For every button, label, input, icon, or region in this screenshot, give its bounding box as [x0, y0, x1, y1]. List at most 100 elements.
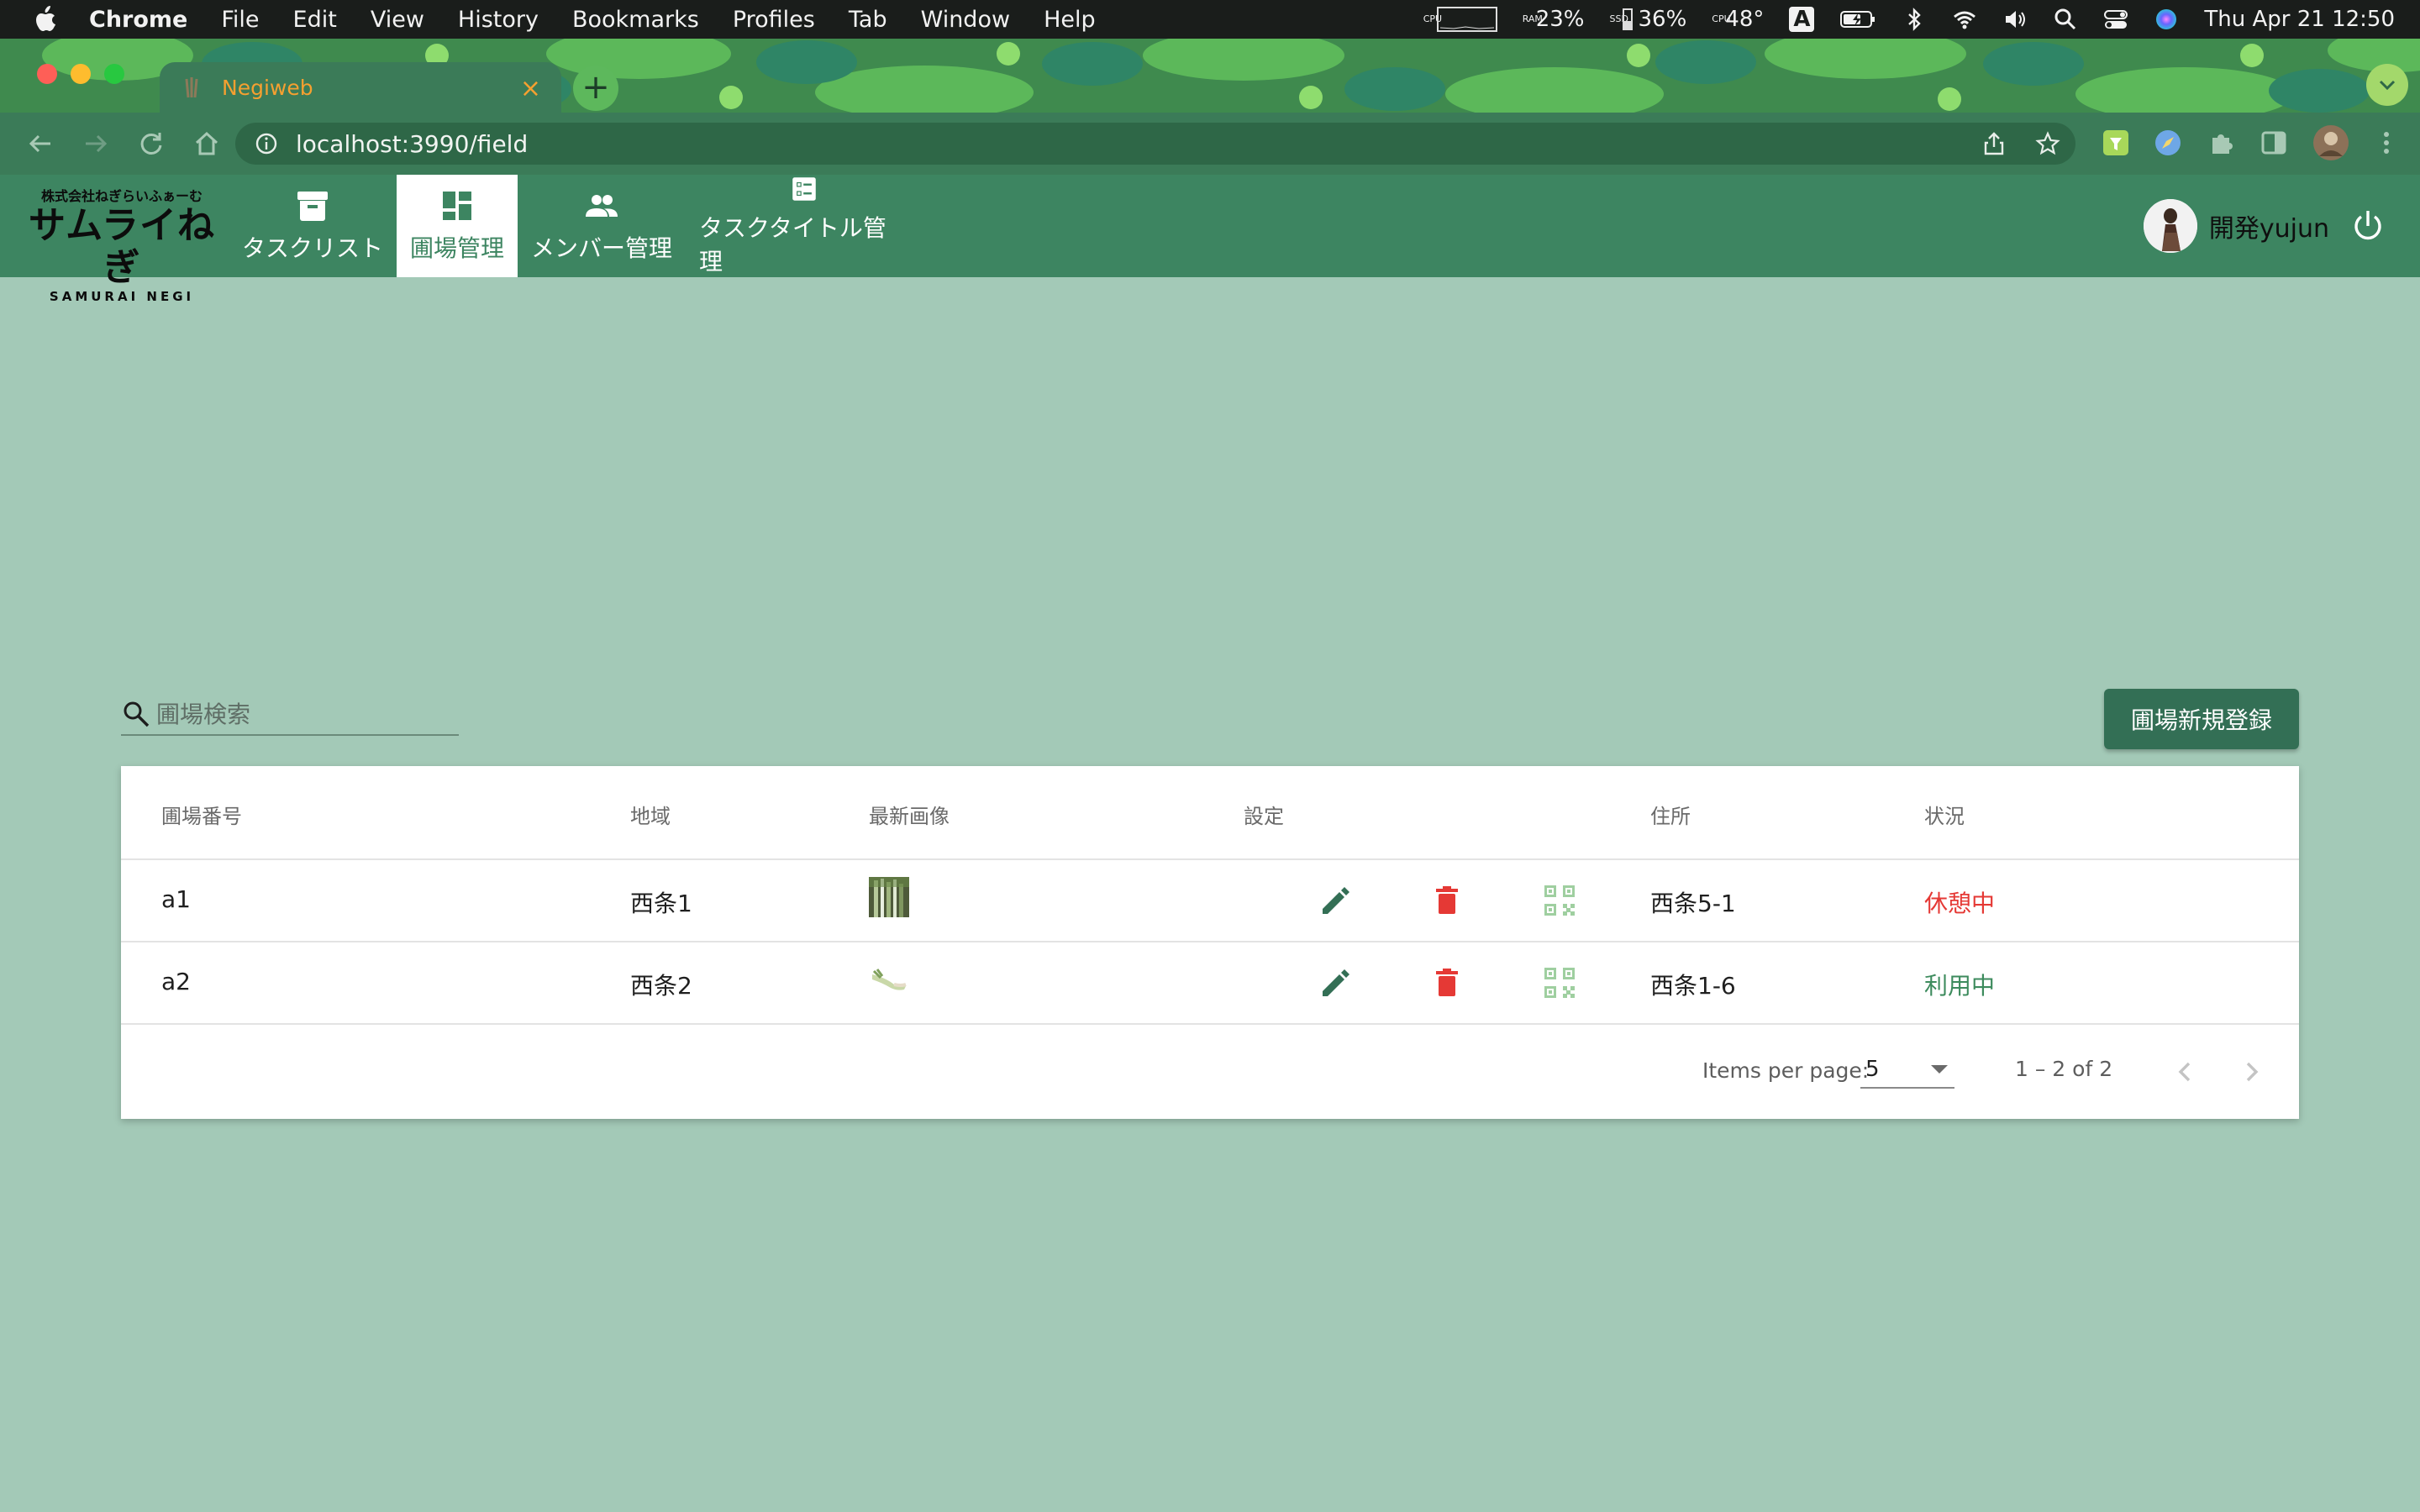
nav-member-management[interactable]: メンバー管理	[518, 175, 686, 277]
qr-code-icon[interactable]	[1539, 963, 1580, 1003]
chrome-menu-icon[interactable]	[2371, 128, 2402, 158]
logo-romaji: SAMURAI NEGI	[49, 289, 195, 304]
browser-tab-negiweb[interactable]: Negiweb ×	[160, 62, 561, 113]
app-header: 株式会社ねぎらいふぁーむ サムライねぎ SAMURAI NEGI タスクリスト …	[0, 175, 2420, 304]
new-tab-button[interactable]: +	[573, 66, 618, 111]
register-field-button[interactable]: 圃場新規登録	[2104, 689, 2299, 749]
home-icon[interactable]	[192, 129, 222, 159]
tab-close-icon[interactable]: ×	[520, 74, 541, 103]
address-bar[interactable]: localhost:3990/field	[235, 123, 2075, 165]
logo-company: 株式会社ねぎらいふぁーむ	[40, 188, 203, 204]
ssd-monitor[interactable]: SSD 36%	[1609, 7, 1686, 32]
site-info-icon[interactable]	[254, 131, 279, 156]
column-header-address[interactable]: 住所	[1650, 800, 1691, 829]
bluetooth-icon[interactable]	[1902, 7, 1927, 32]
cpu-label: CPU	[1423, 13, 1443, 24]
menu-view[interactable]: View	[371, 7, 424, 33]
table-row[interactable]: a2 西条2 西条1-6 利用中	[121, 941, 2299, 1021]
people-icon	[586, 195, 618, 217]
spotlight-search-icon[interactable]	[2053, 7, 2078, 32]
macos-menu-bar: Chrome File Edit View History Bookmarks …	[0, 0, 2420, 39]
apple-icon[interactable]	[32, 5, 57, 34]
samurai-negi-logo[interactable]: 株式会社ねぎらいふぁーむ サムライねぎ SAMURAI NEGI	[24, 180, 220, 304]
qr-code-icon[interactable]	[1539, 880, 1580, 921]
nav-task-list[interactable]: タスクリスト	[229, 175, 397, 277]
menu-file[interactable]: File	[221, 7, 259, 33]
field-number-cell: a1	[161, 885, 191, 913]
menu-extras: CPU RAM 23% SSD 36% CPU 48° A Thu Apr 21…	[1423, 0, 2395, 39]
user-menu[interactable]: 開発yujun	[2143, 198, 2386, 254]
menu-edit[interactable]: Edit	[293, 7, 337, 33]
latest-image-thumbnail[interactable]	[869, 877, 909, 917]
status-badge: 休憩中	[1924, 890, 1996, 917]
nav-field-management-label: 圃場管理	[410, 234, 505, 262]
page-range-label: 1 – 2 of 2	[2015, 1057, 2113, 1081]
table-row[interactable]: a1 西条1 西条5-1 休憩中	[121, 858, 2299, 939]
siri-icon[interactable]	[2154, 7, 2179, 32]
menu-profiles[interactable]: Profiles	[733, 7, 815, 33]
extension-pin-icon[interactable]	[2101, 128, 2131, 158]
delete-icon[interactable]	[1427, 963, 1467, 1003]
profile-avatar-icon[interactable]	[2312, 124, 2349, 161]
edit-icon[interactable]	[1316, 963, 1356, 1003]
field-number-cell: a2	[161, 968, 191, 995]
latest-image-thumbnail[interactable]	[869, 959, 909, 1000]
previous-page-icon[interactable]	[2166, 1053, 2203, 1090]
clock[interactable]: Thu Apr 21 12:50	[2204, 7, 2395, 32]
menu-bookmarks[interactable]: Bookmarks	[572, 7, 699, 33]
window-controls	[37, 64, 124, 84]
input-source-label: A	[1789, 7, 1815, 32]
user-avatar[interactable]	[2143, 199, 2197, 253]
menu-help[interactable]: Help	[1044, 7, 1096, 33]
logo-name: サムライねぎ	[29, 204, 215, 289]
user-photo-icon	[2143, 199, 2197, 253]
minimize-window-button[interactable]	[71, 64, 91, 84]
cpu-temp-monitor[interactable]: CPU 48°	[1712, 7, 1764, 32]
items-per-page-select[interactable]: 5	[1860, 1050, 1954, 1089]
user-name: 開発yujun	[2208, 214, 2329, 244]
column-header-field-number[interactable]: 圃場番号	[161, 800, 242, 829]
ram-monitor[interactable]: RAM 23%	[1523, 7, 1585, 32]
close-window-button[interactable]	[37, 64, 57, 84]
side-panel-icon[interactable]	[2259, 128, 2289, 158]
nav-task-title-management-label: タスクタイトル管理	[699, 214, 886, 276]
column-header-region[interactable]: 地域	[630, 800, 671, 829]
menu-window[interactable]: Window	[921, 7, 1010, 33]
volume-icon[interactable]	[2002, 7, 2028, 32]
control-center-icon[interactable]	[2103, 7, 2128, 32]
cpu-monitor[interactable]: CPU	[1423, 7, 1497, 32]
menu-chrome[interactable]: Chrome	[89, 7, 187, 33]
browser-tab-strip: Negiweb × +	[0, 39, 2420, 113]
menu-history[interactable]: History	[458, 7, 539, 33]
wifi-icon[interactable]	[1952, 7, 1977, 32]
extension-compass-icon[interactable]	[2153, 128, 2183, 158]
address-cell: 西条1-6	[1650, 972, 1736, 1000]
nav-task-list-label: タスクリスト	[242, 234, 384, 262]
ssd-label: SSD	[1609, 13, 1628, 24]
nav-field-management[interactable]: 圃場管理	[397, 175, 518, 277]
share-icon[interactable]	[1981, 131, 2007, 156]
field-search-input[interactable]	[156, 700, 442, 728]
ssd-value: 36%	[1638, 7, 1687, 32]
reload-icon[interactable]	[136, 129, 166, 159]
column-header-status[interactable]: 状況	[1924, 800, 1965, 829]
column-header-latest-image: 最新画像	[869, 805, 950, 828]
ram-value: 23%	[1535, 7, 1585, 32]
nav-task-title-management[interactable]: タスクタイトル管理	[686, 175, 923, 277]
edit-icon[interactable]	[1316, 880, 1356, 921]
tab-title: Negiweb	[222, 75, 313, 100]
cpu-temp-label: CPU	[1712, 13, 1731, 24]
back-arrow-icon[interactable]	[25, 129, 55, 159]
zoom-window-button[interactable]	[104, 64, 124, 84]
input-source-icon[interactable]: A	[1789, 7, 1815, 32]
delete-icon[interactable]	[1427, 880, 1467, 921]
next-page-icon[interactable]	[2233, 1053, 2270, 1090]
extensions-puzzle-icon[interactable]	[2207, 128, 2237, 158]
power-icon[interactable]	[2349, 207, 2386, 244]
battery-icon[interactable]	[1839, 7, 1876, 32]
forward-arrow-icon[interactable]	[81, 129, 111, 159]
nav-member-management-label: メンバー管理	[531, 234, 673, 262]
bookmark-star-icon[interactable]	[2035, 131, 2060, 156]
tab-search-button[interactable]	[2366, 64, 2408, 106]
menu-tab[interactable]: Tab	[849, 7, 887, 33]
